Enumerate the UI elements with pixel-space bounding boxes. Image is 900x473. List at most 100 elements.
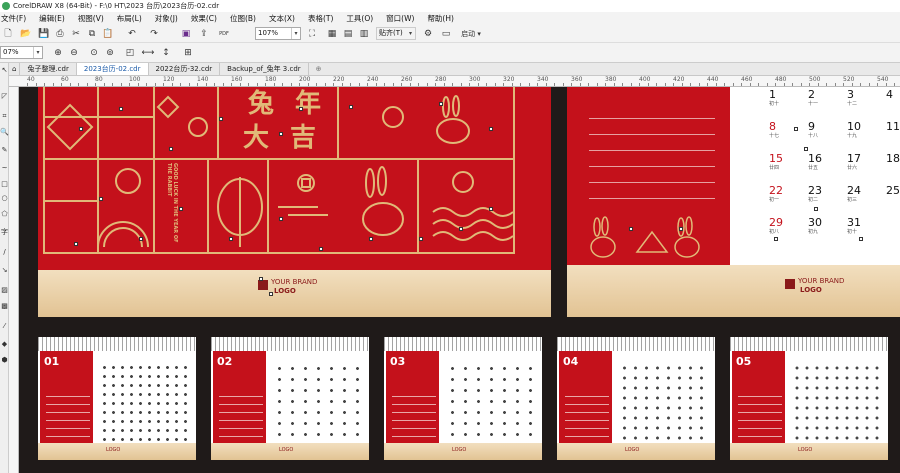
transparency-tool-icon[interactable]: ▩ bbox=[0, 301, 9, 311]
control-node[interactable] bbox=[794, 127, 798, 131]
menu-window[interactable]: 窗口(W) bbox=[386, 13, 414, 24]
calendar-month-page[interactable]: 1 初十 2 十一 3 十二 4 8 十七 9 十八 10 十九 11 15 廿四 16 廿五 17 廿六 18 22 初一… bbox=[567, 87, 900, 317]
tab-rabbit-collection[interactable]: 兔子整理.cdr bbox=[20, 63, 77, 75]
vertical-ruler[interactable] bbox=[9, 87, 19, 473]
new-document-icon[interactable]: 🗋 bbox=[2, 27, 14, 40]
rectangle-tool-icon[interactable]: □ bbox=[0, 179, 9, 189]
connector-tool-icon[interactable]: ↘ bbox=[0, 265, 9, 275]
text-tool-icon[interactable]: 字 bbox=[0, 227, 9, 237]
zoom-page-icon[interactable]: ◰ bbox=[124, 46, 136, 59]
control-node[interactable] bbox=[99, 197, 103, 201]
tab-calendar-32[interactable]: 2022台历-32.cdr bbox=[149, 63, 221, 75]
menu-tools[interactable]: 工具(O) bbox=[346, 13, 373, 24]
month-page-03[interactable]: 03 LOGO bbox=[384, 337, 542, 460]
control-node[interactable] bbox=[169, 147, 173, 151]
control-node[interactable] bbox=[219, 117, 223, 121]
control-node[interactable] bbox=[74, 242, 78, 246]
control-node[interactable] bbox=[299, 107, 303, 111]
zoom-width-icon[interactable]: ⟷ bbox=[142, 46, 155, 59]
month-page-01[interactable]: 01 LOGO bbox=[38, 337, 196, 460]
pdf-icon[interactable]: PDF bbox=[218, 27, 230, 40]
control-node[interactable] bbox=[349, 105, 353, 109]
control-node[interactable] bbox=[179, 207, 183, 211]
menu-text[interactable]: 文本(X) bbox=[269, 13, 295, 24]
smart-fill-icon[interactable]: ⬢ bbox=[0, 355, 9, 365]
control-node[interactable] bbox=[369, 237, 373, 241]
control-node[interactable] bbox=[259, 277, 263, 281]
menu-file[interactable]: 文件(F) bbox=[1, 13, 26, 24]
month-page-04[interactable]: 04 LOGO bbox=[557, 337, 715, 460]
options-gear-icon[interactable]: ⚙ bbox=[422, 27, 434, 40]
control-node[interactable] bbox=[859, 237, 863, 241]
horizontal-ruler[interactable]: 40 60 80 100 120 140 160 180 200 220 240 260 280 300 3… bbox=[9, 76, 900, 87]
ellipse-tool-icon[interactable]: ○ bbox=[0, 193, 9, 203]
artistic-media-icon[interactable]: ~ bbox=[0, 163, 9, 173]
zoom-selected-icon[interactable]: ⊙ bbox=[88, 46, 100, 59]
shape-tool-icon[interactable]: ◸ bbox=[0, 91, 9, 101]
new-tab-icon[interactable]: ⊕ bbox=[309, 63, 329, 75]
zoom-in-icon[interactable]: ⊕ bbox=[52, 46, 64, 59]
zoom-height-icon[interactable]: ↕ bbox=[160, 46, 172, 59]
paste-icon[interactable]: 📋 bbox=[102, 27, 114, 40]
menu-object[interactable]: 对象(J) bbox=[155, 13, 178, 24]
menu-table[interactable]: 表格(T) bbox=[308, 13, 333, 24]
control-node[interactable] bbox=[319, 247, 323, 251]
import-icon[interactable]: ▣ bbox=[180, 27, 192, 40]
pick-tool-icon[interactable]: ↖ bbox=[0, 65, 9, 75]
redo-icon[interactable]: ↷ bbox=[148, 27, 160, 40]
zoom-all-objects-icon[interactable]: ⊚ bbox=[104, 46, 116, 59]
home-icon[interactable]: ⌂ bbox=[9, 63, 21, 75]
drawing-canvas[interactable]: 兔 年 大 吉 GOOD LUCK IN THE YEAR OF THE RAB… bbox=[19, 87, 900, 473]
full-screen-icon[interactable]: ⛶ bbox=[306, 27, 318, 40]
menu-view[interactable]: 视图(V) bbox=[78, 13, 104, 24]
application-launcher-icon[interactable]: ▭ bbox=[440, 27, 452, 40]
calendar-cover-page[interactable]: 兔 年 大 吉 GOOD LUCK IN THE YEAR OF THE RAB… bbox=[38, 87, 551, 317]
control-node[interactable] bbox=[419, 237, 423, 241]
show-guidelines-icon[interactable]: ▥ bbox=[358, 27, 370, 40]
tab-backup-rabbit[interactable]: Backup_of_兔年 3.cdr bbox=[220, 63, 309, 75]
print-icon[interactable]: ⎙ bbox=[54, 27, 66, 40]
menu-edit[interactable]: 编辑(E) bbox=[39, 13, 65, 24]
control-node[interactable] bbox=[629, 227, 633, 231]
menu-bitmaps[interactable]: 位图(B) bbox=[230, 13, 256, 24]
control-node[interactable] bbox=[489, 207, 493, 211]
save-icon[interactable]: 💾 bbox=[38, 27, 50, 40]
control-node[interactable] bbox=[814, 207, 818, 211]
menu-effects[interactable]: 效果(C) bbox=[191, 13, 217, 24]
polygon-tool-icon[interactable]: ⬠ bbox=[0, 209, 9, 219]
crop-tool-icon[interactable]: ⌗ bbox=[0, 111, 9, 121]
control-node[interactable] bbox=[279, 132, 283, 136]
parallel-dimension-icon[interactable]: / bbox=[0, 247, 9, 257]
copy-icon[interactable]: ⧉ bbox=[86, 27, 98, 40]
show-rulers-icon[interactable]: ▦ bbox=[326, 27, 338, 40]
open-icon[interactable]: 📂 bbox=[20, 27, 32, 40]
control-node[interactable] bbox=[79, 127, 83, 131]
freehand-tool-icon[interactable]: ✎ bbox=[0, 145, 9, 155]
interactive-fill-icon[interactable]: ◆ bbox=[0, 339, 9, 349]
show-grid-icon[interactable]: ▤ bbox=[342, 27, 354, 40]
pan-icon[interactable]: ⊞ bbox=[182, 46, 194, 59]
control-node[interactable] bbox=[459, 227, 463, 231]
control-node[interactable] bbox=[804, 147, 808, 151]
menu-help[interactable]: 帮助(H) bbox=[427, 13, 454, 24]
eyedropper-tool-icon[interactable]: ⁄ bbox=[0, 321, 9, 331]
control-node[interactable] bbox=[439, 102, 443, 106]
control-node[interactable] bbox=[774, 237, 778, 241]
month-page-02[interactable]: 02 LOGO bbox=[211, 337, 369, 460]
control-node[interactable] bbox=[269, 292, 273, 296]
tab-calendar-02[interactable]: 2023台历-02.cdr bbox=[76, 63, 149, 75]
control-node[interactable] bbox=[139, 237, 143, 241]
zoom-tool-icon[interactable]: 🔍 bbox=[0, 127, 9, 137]
month-page-05[interactable]: 05 LOGO bbox=[730, 337, 888, 460]
drop-shadow-icon[interactable]: ▨ bbox=[0, 285, 9, 295]
control-node[interactable] bbox=[279, 217, 283, 221]
control-node[interactable] bbox=[489, 127, 493, 131]
zoom-out-icon[interactable]: ⊖ bbox=[68, 46, 80, 59]
launch-button[interactable]: 启动 ▾ bbox=[456, 27, 486, 40]
control-node[interactable] bbox=[229, 237, 233, 241]
control-node[interactable] bbox=[119, 107, 123, 111]
zoom-levels-select[interactable]: 07% ▾ bbox=[0, 46, 43, 59]
cut-icon[interactable]: ✂ bbox=[70, 27, 82, 40]
undo-icon[interactable]: ↶ bbox=[126, 27, 138, 40]
snap-to-dropdown[interactable]: 贴齐(T) ▾ bbox=[376, 27, 416, 40]
